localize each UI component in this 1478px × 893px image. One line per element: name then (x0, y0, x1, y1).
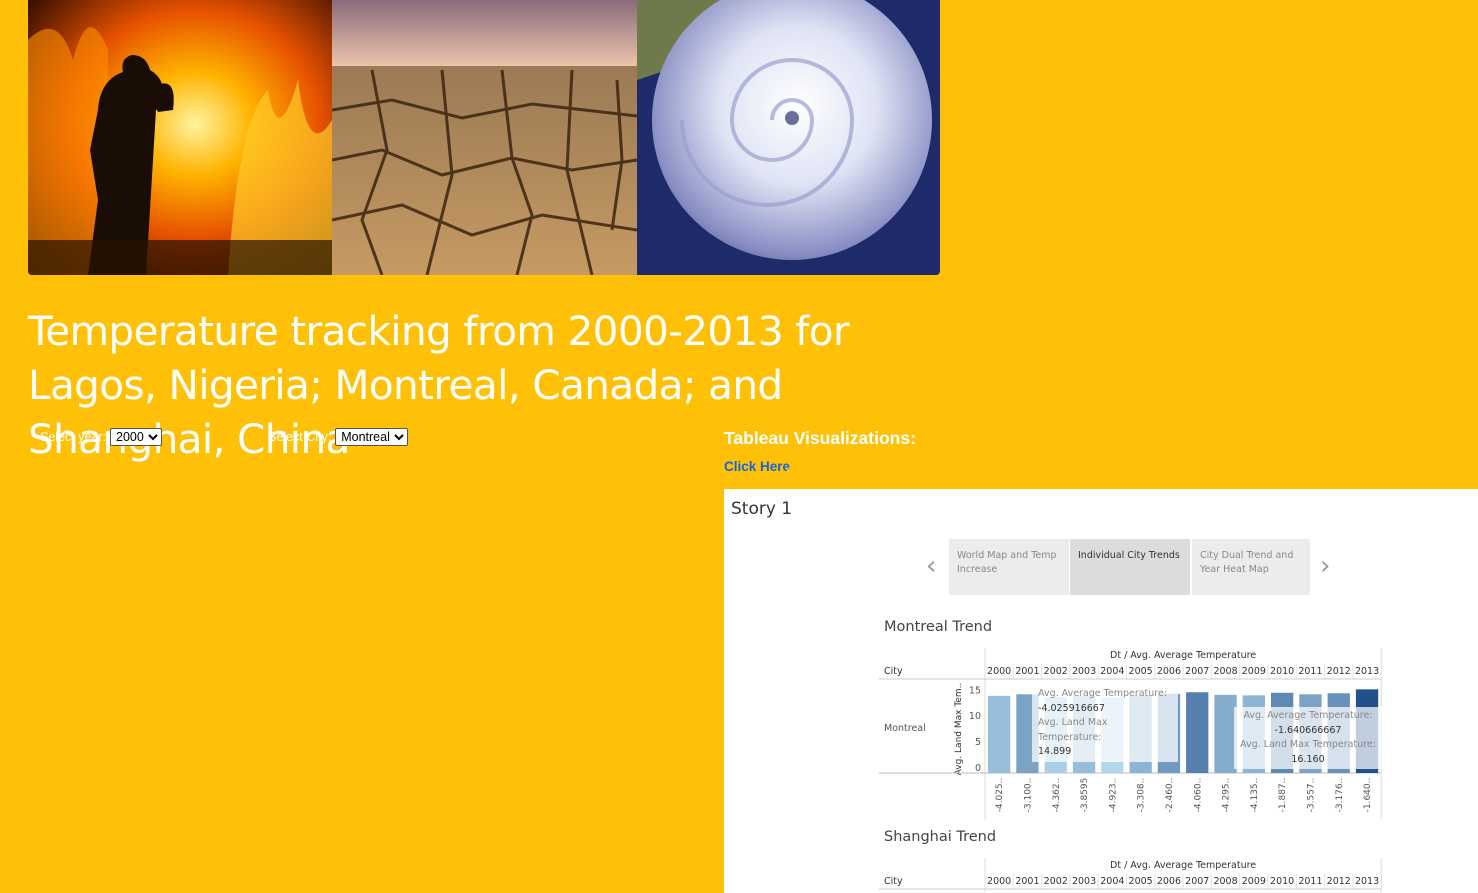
year-header-2004: 2004 (1100, 666, 1124, 677)
year-header-2009: 2009 (1242, 666, 1266, 677)
year-header-2013: 2013 (1355, 876, 1379, 887)
avg-temp-label-2010: -1.887.. (1278, 778, 1288, 813)
year-control: Select year: 2000 (40, 428, 163, 446)
hurricane-satellite-image (637, 0, 940, 275)
montreal-sheet-title: Montreal Trend (884, 619, 993, 635)
year-header-2006: 2006 (1157, 876, 1181, 887)
story-tab-city-trends[interactable]: Individual City Trends (1070, 539, 1190, 595)
avg-temp-label-2011: -3.557.. (1306, 778, 1316, 813)
row-label: Montreal (884, 723, 926, 734)
bar-2007 (1186, 692, 1209, 773)
year-header-2000: 2000 (987, 876, 1011, 887)
column-header: Dt / Avg. Average Temperature (1110, 650, 1256, 661)
city-select-label: Select City: (268, 430, 332, 444)
year-header-2010: 2010 (1270, 666, 1294, 677)
year-header-2007: 2007 (1185, 666, 1209, 677)
tableau-heading: Tableau Visualizations: (724, 428, 916, 448)
avg-temp-label-2009: -4.135.. (1250, 778, 1260, 813)
bar-2000 (988, 695, 1011, 773)
drought-cracked-earth-image (332, 0, 637, 275)
tableau-link[interactable]: Click Here (724, 459, 790, 474)
avg-temp-label-2007: -4.060.. (1193, 778, 1203, 813)
tooltip-2000: Avg. Average Temperature: -4.025916667 A… (1032, 685, 1178, 762)
year-header-2008: 2008 (1213, 876, 1237, 887)
year-header-2008: 2008 (1213, 666, 1237, 677)
year-select[interactable]: 2000 (110, 428, 163, 446)
city-control: Select City: Montreal (268, 428, 409, 446)
montreal-trend-chart[interactable]: Dt / Avg. Average Temperature City 2000 200… (879, 645, 1384, 820)
year-header-2001: 2001 (1015, 876, 1039, 887)
year-header-2002: 2002 (1044, 876, 1068, 887)
year-header-2003: 2003 (1072, 876, 1096, 887)
y-tick-5: 5 (975, 737, 981, 748)
year-header-2006: 2006 (1157, 666, 1181, 677)
avg-temp-label-2005: -3.308.. (1137, 778, 1147, 813)
year-header-2004: 2004 (1100, 876, 1124, 887)
tooltip-2000-label-1: Avg. Average Temperature: (1038, 688, 1168, 699)
tooltip-2013-label-2: Avg. Land Max Temperature: (1240, 739, 1376, 750)
story-title: Story 1 (731, 499, 793, 519)
avg-temp-label-2013: -1.640.. (1363, 778, 1373, 813)
story-tab-world-map[interactable]: World Map and Temp Increase (949, 539, 1069, 595)
tooltip-2013: Avg. Average Temperature: -1.640666667 A… (1234, 707, 1382, 769)
year-select-label: Select year: (40, 430, 107, 444)
avg-temp-label-2008: -4.295.. (1222, 778, 1232, 813)
year-header-2012: 2012 (1327, 666, 1351, 677)
year-header-2009: 2009 (1242, 876, 1266, 887)
story-next-arrow-icon[interactable]: › (1320, 553, 1330, 579)
row-header: City (884, 666, 903, 677)
year-header-2012: 2012 (1327, 876, 1351, 887)
city-select[interactable]: Montreal (335, 428, 409, 446)
year-header-2011: 2011 (1298, 666, 1322, 677)
row-header: City (884, 876, 903, 887)
y-tick-15: 15 (969, 685, 981, 696)
year-header-2011: 2011 (1298, 876, 1322, 887)
tooltip-2013-label-1: Avg. Average Temperature: (1243, 710, 1373, 721)
avg-temp-label-2004: -4.923.. (1108, 778, 1118, 813)
year-header-2007: 2007 (1185, 876, 1209, 887)
year-header-2001: 2001 (1015, 666, 1039, 677)
avg-temp-label-2002: -4.362.. (1052, 778, 1062, 813)
story-prev-arrow-icon[interactable]: ‹ (926, 553, 936, 579)
tooltip-2013-value-1: -1.640666667 (1274, 724, 1342, 736)
avg-temp-label-2012: -3.176.. (1335, 778, 1345, 813)
avg-temp-label-2006: -2.460.. (1165, 778, 1175, 813)
avg-temp-label-2003: -3.8595 (1080, 778, 1090, 813)
story-tab-dual-trend[interactable]: City Dual Trend and Year Heat Map (1192, 539, 1310, 595)
year-header-2013: 2013 (1355, 666, 1379, 677)
tooltip-2000-label-2: Avg. Land Max Temperature: (1038, 717, 1108, 743)
shanghai-sheet-title: Shanghai Trend (884, 829, 997, 845)
y-tick-0: 0 (975, 763, 981, 774)
shanghai-trend-chart[interactable]: Dt / Avg. Average Temperature City 2000 200… (879, 855, 1384, 893)
wildfire-image (28, 0, 332, 275)
year-header-2000: 2000 (987, 666, 1011, 677)
year-header-2010: 2010 (1270, 876, 1294, 887)
banner-image (28, 0, 940, 275)
tableau-link-suffix: . (786, 459, 790, 474)
year-header-2003: 2003 (1072, 666, 1096, 677)
year-header-2005: 2005 (1129, 666, 1153, 677)
tooltip-2000-value-2: 14.899 (1038, 746, 1072, 757)
column-header: Dt / Avg. Average Temperature (1110, 860, 1256, 871)
year-header-2005: 2005 (1129, 876, 1153, 887)
tableau-story-embed[interactable]: Story 1 ‹ World Map and Temp Increase In… (724, 489, 1478, 893)
y-tick-10: 10 (969, 711, 981, 722)
shanghai-chart-svg[interactable]: Dt / Avg. Average Temperature City 2000 200… (879, 855, 1384, 893)
tooltip-2000-value-1: -4.025916667 (1038, 702, 1105, 714)
avg-temp-label-2000: -4.025.. (995, 778, 1005, 813)
tooltip-2013-value-2: 16.160 (1291, 753, 1325, 765)
year-header-2002: 2002 (1044, 666, 1068, 677)
avg-temp-label-2001: -3.100.. (1023, 778, 1033, 813)
y-axis-label: Avg. Land Max Tem.. (954, 683, 964, 776)
